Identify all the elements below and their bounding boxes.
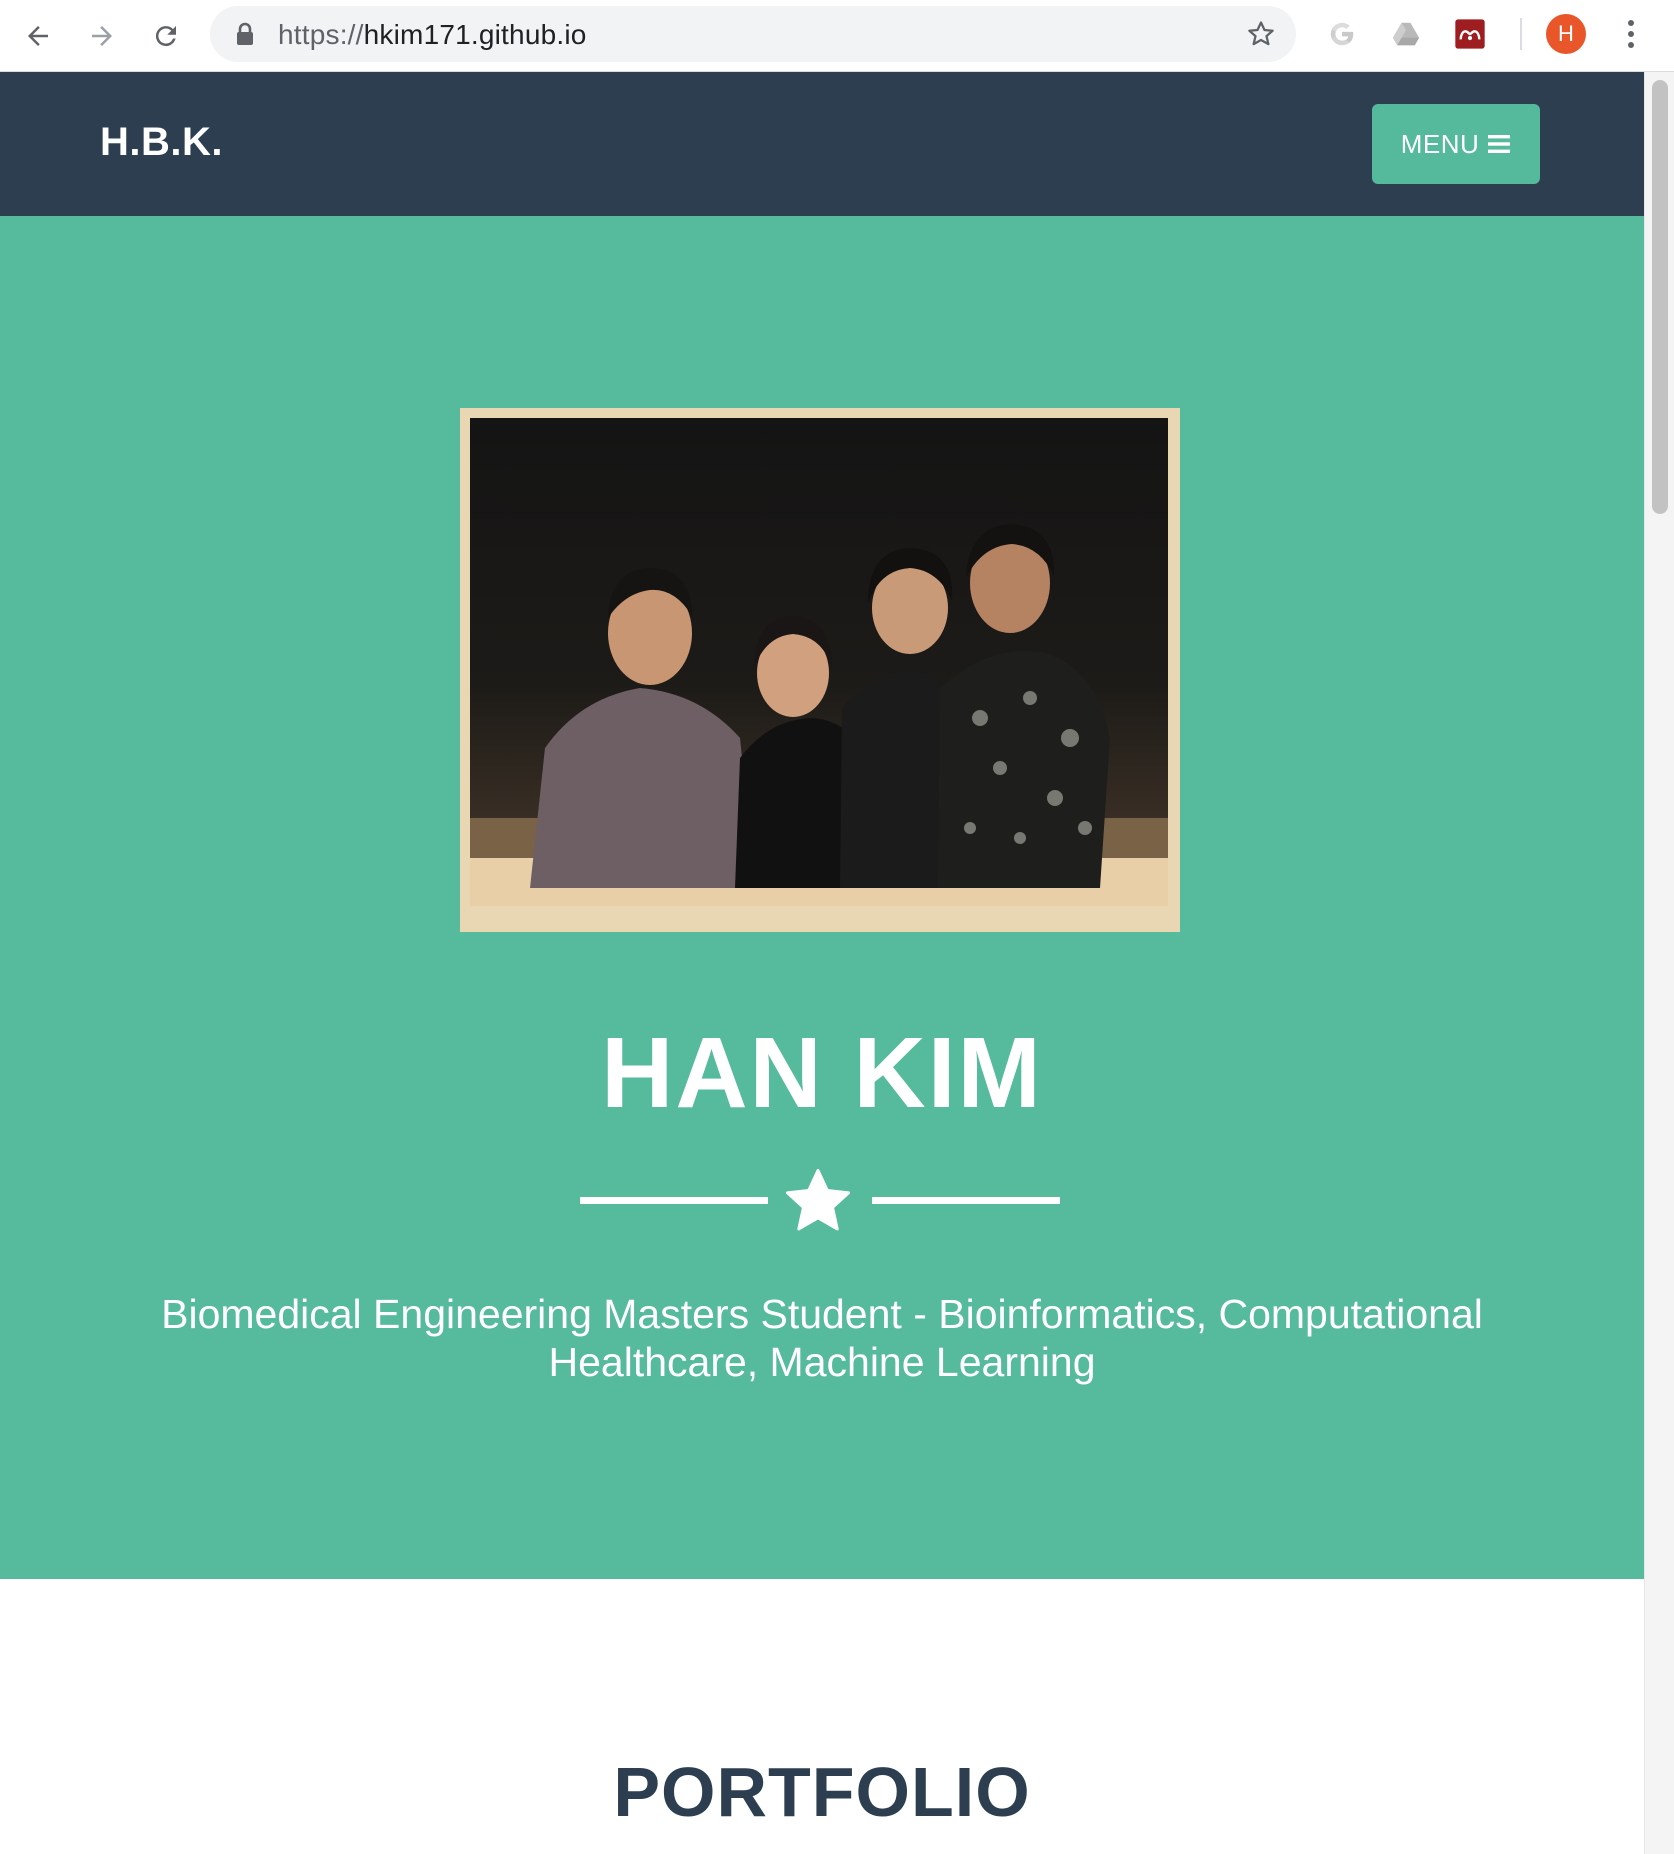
scrollbar-thumb[interactable]	[1652, 80, 1668, 514]
profile-photo	[460, 408, 1180, 932]
mendeley-extension[interactable]	[1452, 16, 1488, 52]
star-divider	[580, 1166, 1060, 1236]
url-host: hkim171.github.io	[363, 19, 587, 50]
toolbar-separator	[1520, 18, 1522, 50]
brand-logo[interactable]: H.B.K.	[100, 120, 223, 165]
photo-image	[470, 418, 1168, 906]
profile-avatar[interactable]: H	[1546, 14, 1586, 54]
page-scrollbar[interactable]	[1644, 72, 1674, 1854]
divider-line-right	[872, 1197, 1060, 1204]
address-bar[interactable]: https://hkim171.github.io	[210, 6, 1296, 62]
hero-name: HAN KIM	[601, 1017, 1043, 1129]
menu-label: MENU	[1400, 128, 1480, 159]
mendeley-icon	[1455, 19, 1485, 49]
portfolio-heading: PORTFOLIO	[613, 1753, 1031, 1831]
reload-button[interactable]	[144, 14, 188, 58]
url-text: https://hkim171.github.io	[278, 19, 587, 51]
google-g-icon	[1330, 22, 1354, 46]
site-navbar: H.B.K. MENU	[0, 72, 1644, 216]
hero-section: HAN KIM Biomedical Engineering Masters S…	[0, 216, 1644, 1579]
page-viewport: H.B.K. MENU HAN KIM Biomedical Engineeri…	[0, 72, 1644, 1854]
hero-subtitle-line-2: Healthcare, Machine Learning	[548, 1339, 1096, 1385]
url-scheme: https://	[278, 19, 364, 50]
browser-toolbar: https://hkim171.github.io H	[0, 0, 1674, 72]
kebab-icon[interactable]	[1616, 16, 1646, 52]
drive-extension[interactable]	[1388, 16, 1424, 52]
group-photo-illustration	[470, 524, 1168, 906]
divider-line-left	[580, 1197, 768, 1204]
menu-button[interactable]: MENU	[1372, 104, 1540, 184]
lock-icon	[237, 22, 253, 45]
hamburger-icon	[1488, 135, 1511, 153]
star-outline-icon[interactable]	[1246, 19, 1276, 49]
forward-button[interactable]	[80, 14, 124, 58]
arrow-right-icon	[92, 26, 112, 46]
reload-icon	[155, 26, 176, 47]
star-icon	[785, 1168, 851, 1231]
hero-subtitle: Biomedical Engineering Masters Student -…	[120, 1290, 1524, 1386]
google-extension[interactable]	[1324, 16, 1360, 52]
arrow-left-icon	[28, 26, 48, 46]
drive-icon	[1392, 22, 1420, 46]
hero-subtitle-line-1: Biomedical Engineering Masters Student -…	[161, 1291, 1483, 1337]
back-button[interactable]	[16, 14, 60, 58]
